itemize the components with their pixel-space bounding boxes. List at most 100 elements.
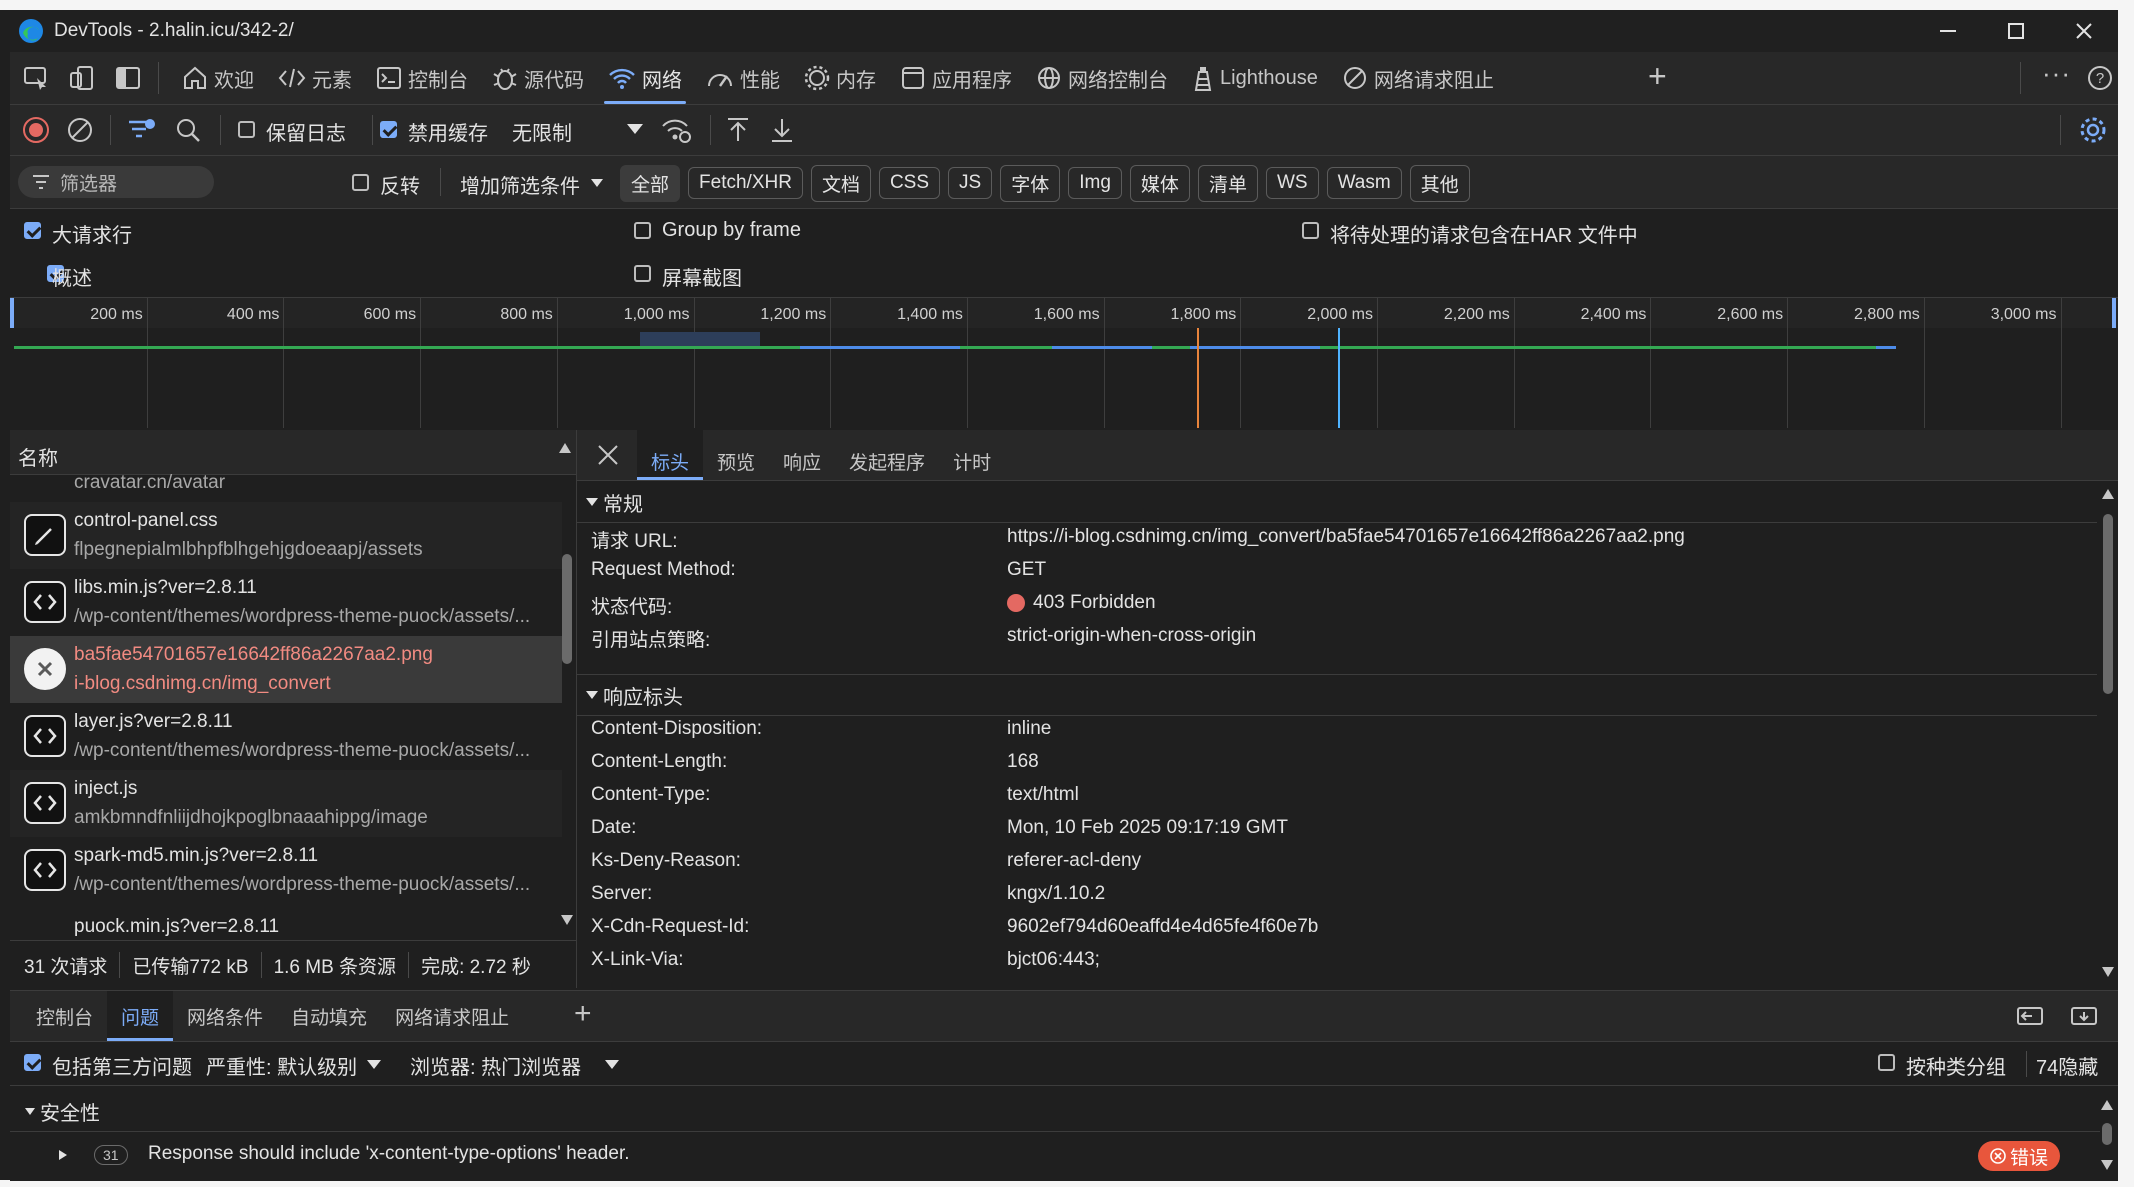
tab-console[interactable]: 控制台 (364, 52, 480, 104)
tab-home[interactable]: 欢迎 (170, 52, 266, 104)
tab-app[interactable]: 应用程序 (888, 52, 1024, 104)
chip-filter[interactable]: 文档 (810, 164, 871, 202)
severity-chevron-icon[interactable] (366, 1059, 382, 1070)
details-tab[interactable]: 预览 (703, 430, 769, 480)
drawer-tab[interactable]: 问题 (107, 991, 174, 1041)
scroll-up-icon[interactable] (2101, 488, 2115, 500)
screenshots-checkbox[interactable] (634, 265, 651, 282)
har-checkbox[interactable] (1302, 222, 1319, 239)
preserve-log-checkbox[interactable] (238, 121, 255, 138)
more-filters-dropdown[interactable]: 增加筛选条件 (460, 170, 580, 199)
browser-chevron-icon[interactable] (604, 1059, 620, 1070)
request-list-header[interactable]: 名称 (10, 430, 576, 475)
invert-checkbox[interactable] (352, 174, 369, 191)
drawer-scrollbar[interactable] (2102, 1123, 2112, 1145)
chip-filter[interactable]: 字体 (1000, 164, 1061, 202)
request-row[interactable]: libs.min.js?ver=2.8.11/wp-content/themes… (10, 569, 562, 637)
device-toolbar-icon[interactable] (68, 64, 96, 92)
filter-icon[interactable] (126, 116, 156, 144)
chip-filter[interactable]: 其他 (1409, 164, 1470, 202)
expand-issue-icon[interactable] (58, 1149, 68, 1161)
tab-bug[interactable]: 源代码 (480, 52, 596, 104)
request-row[interactable]: control-panel.css flpegnepialmlbhpfblhgeh… (10, 502, 562, 570)
tab-lighthouse[interactable]: Lighthouse (1180, 52, 1330, 104)
scroll-down-icon[interactable] (2101, 966, 2115, 978)
tab-code[interactable]: 元素 (266, 52, 364, 104)
network-conditions-icon[interactable] (660, 116, 692, 144)
details-tab[interactable]: 计时 (939, 430, 1005, 480)
chip-filter[interactable]: Img (1068, 167, 1122, 199)
scroll-down-icon[interactable] (560, 914, 574, 926)
request-row[interactable]: layer.js?ver=2.8.11/wp-content/themes/wo… (10, 703, 562, 771)
network-settings-icon[interactable] (2078, 115, 2108, 145)
request-list-scrollbar[interactable] (562, 554, 572, 664)
general-section-header[interactable]: 常规 (577, 482, 2097, 523)
details-tab[interactable]: 发起程序 (835, 430, 939, 480)
chevron-down-icon[interactable] (626, 123, 644, 135)
details-tab[interactable]: 标头 (637, 430, 704, 480)
drawer-scroll-down-icon[interactable] (2100, 1159, 2114, 1171)
partial-row-bottom[interactable]: puock.min.js?ver=2.8.11 (74, 916, 279, 938)
filter-input[interactable]: 筛选器 (18, 166, 214, 198)
big-rows-checkbox[interactable] (24, 222, 41, 239)
disable-cache-checkbox[interactable] (380, 121, 397, 138)
inspect-element-icon[interactable] (22, 64, 50, 92)
export-har-icon[interactable] (768, 116, 796, 144)
chip-filter[interactable]: Wasm (1326, 167, 1402, 199)
dock-side-icon[interactable] (114, 64, 142, 92)
record-icon[interactable] (22, 116, 50, 144)
har-label: 将待处理的请求包含在HAR 文件中 (1330, 225, 1638, 247)
tab-memory[interactable]: 内存 (792, 52, 888, 104)
security-section[interactable]: 安全性 (10, 1085, 2100, 1132)
more-options-icon[interactable]: ··· (2042, 58, 2071, 89)
details-scrollbar[interactable] (2103, 514, 2113, 694)
close-details-icon[interactable] (597, 444, 619, 466)
chip-filter[interactable]: CSS (878, 167, 941, 199)
drawer-tab[interactable]: 自动填充 (277, 991, 381, 1041)
timeline-overview[interactable]: 200 ms 400 ms 600 ms 800 ms 1,000 ms 1,200 ms… (10, 297, 2118, 431)
chip-filter[interactable]: 全部 (620, 164, 681, 202)
drawer-tab[interactable]: 网络请求阻止 (381, 991, 523, 1041)
severity-dropdown[interactable]: 严重性: 默认级别 (206, 1051, 357, 1080)
request-row[interactable]: ba5fae54701657e16642ff86a2267aa2.png i-bl… (10, 636, 562, 704)
tab-wifi[interactable]: 网络 (596, 52, 694, 104)
throttle-select[interactable]: 无限制 (512, 117, 572, 146)
chip-filter[interactable]: WS (1265, 167, 1319, 199)
chip-filter[interactable]: JS (948, 167, 993, 199)
more-filters-chevron-icon[interactable] (590, 178, 604, 188)
details-tab[interactable]: 响应 (769, 430, 835, 480)
drawer-scroll-up-icon[interactable] (2100, 1099, 2114, 1111)
header-value: referer-acl-deny (1007, 850, 1141, 872)
drawer-tab[interactable]: 控制台 (22, 991, 107, 1041)
search-icon[interactable] (174, 116, 202, 144)
chip-filter[interactable]: 清单 (1197, 164, 1258, 202)
tab-block[interactable]: 网络请求阻止 (1330, 52, 1506, 104)
group-by-frame-checkbox[interactable] (634, 222, 651, 239)
import-har-icon[interactable] (724, 116, 752, 144)
timeline-right-handle[interactable] (2112, 298, 2116, 328)
tab-globe[interactable]: 网络控制台 (1024, 52, 1180, 104)
help-icon[interactable]: ? (2086, 64, 2114, 92)
chip-filter[interactable]: Fetch/XHR (688, 167, 803, 199)
add-tab-icon[interactable]: + (1648, 58, 1667, 95)
maximize-icon[interactable] (1982, 10, 2050, 52)
clear-icon[interactable] (66, 116, 94, 144)
chip-filter[interactable]: 媒体 (1129, 164, 1190, 202)
third-party-checkbox[interactable] (24, 1054, 41, 1071)
drawer-tab[interactable]: 网络条件 (173, 991, 277, 1041)
close-drawer-icon[interactable] (2070, 1004, 2098, 1028)
request-row[interactable]: spark-md5.min.js?ver=2.8.11/wp-content/t… (10, 837, 562, 905)
response-headers-section-header[interactable]: 响应标头 (577, 674, 2097, 716)
drawer-add-tab-icon[interactable]: + (574, 997, 592, 1031)
close-window-icon[interactable] (2050, 10, 2118, 52)
tab-gauge[interactable]: 性能 (694, 52, 792, 104)
browser-dropdown[interactable]: 浏览器: 热门浏览器 (410, 1051, 581, 1080)
dock-drawer-icon[interactable] (2016, 1004, 2044, 1028)
request-row[interactable]: inject.js amkbmndfnliijdhojkpoglbnaaahipp… (10, 770, 562, 838)
sort-up-icon[interactable] (558, 442, 572, 454)
minimize-icon[interactable] (1914, 10, 1982, 52)
issue-row[interactable]: 31 Response should include 'x-content-ty… (10, 1131, 2100, 1175)
group-by-kind-checkbox[interactable] (1878, 1054, 1895, 1071)
partial-row-top[interactable]: cravatar.cn/avatar (74, 472, 225, 494)
timeline-left-handle[interactable] (10, 298, 14, 328)
